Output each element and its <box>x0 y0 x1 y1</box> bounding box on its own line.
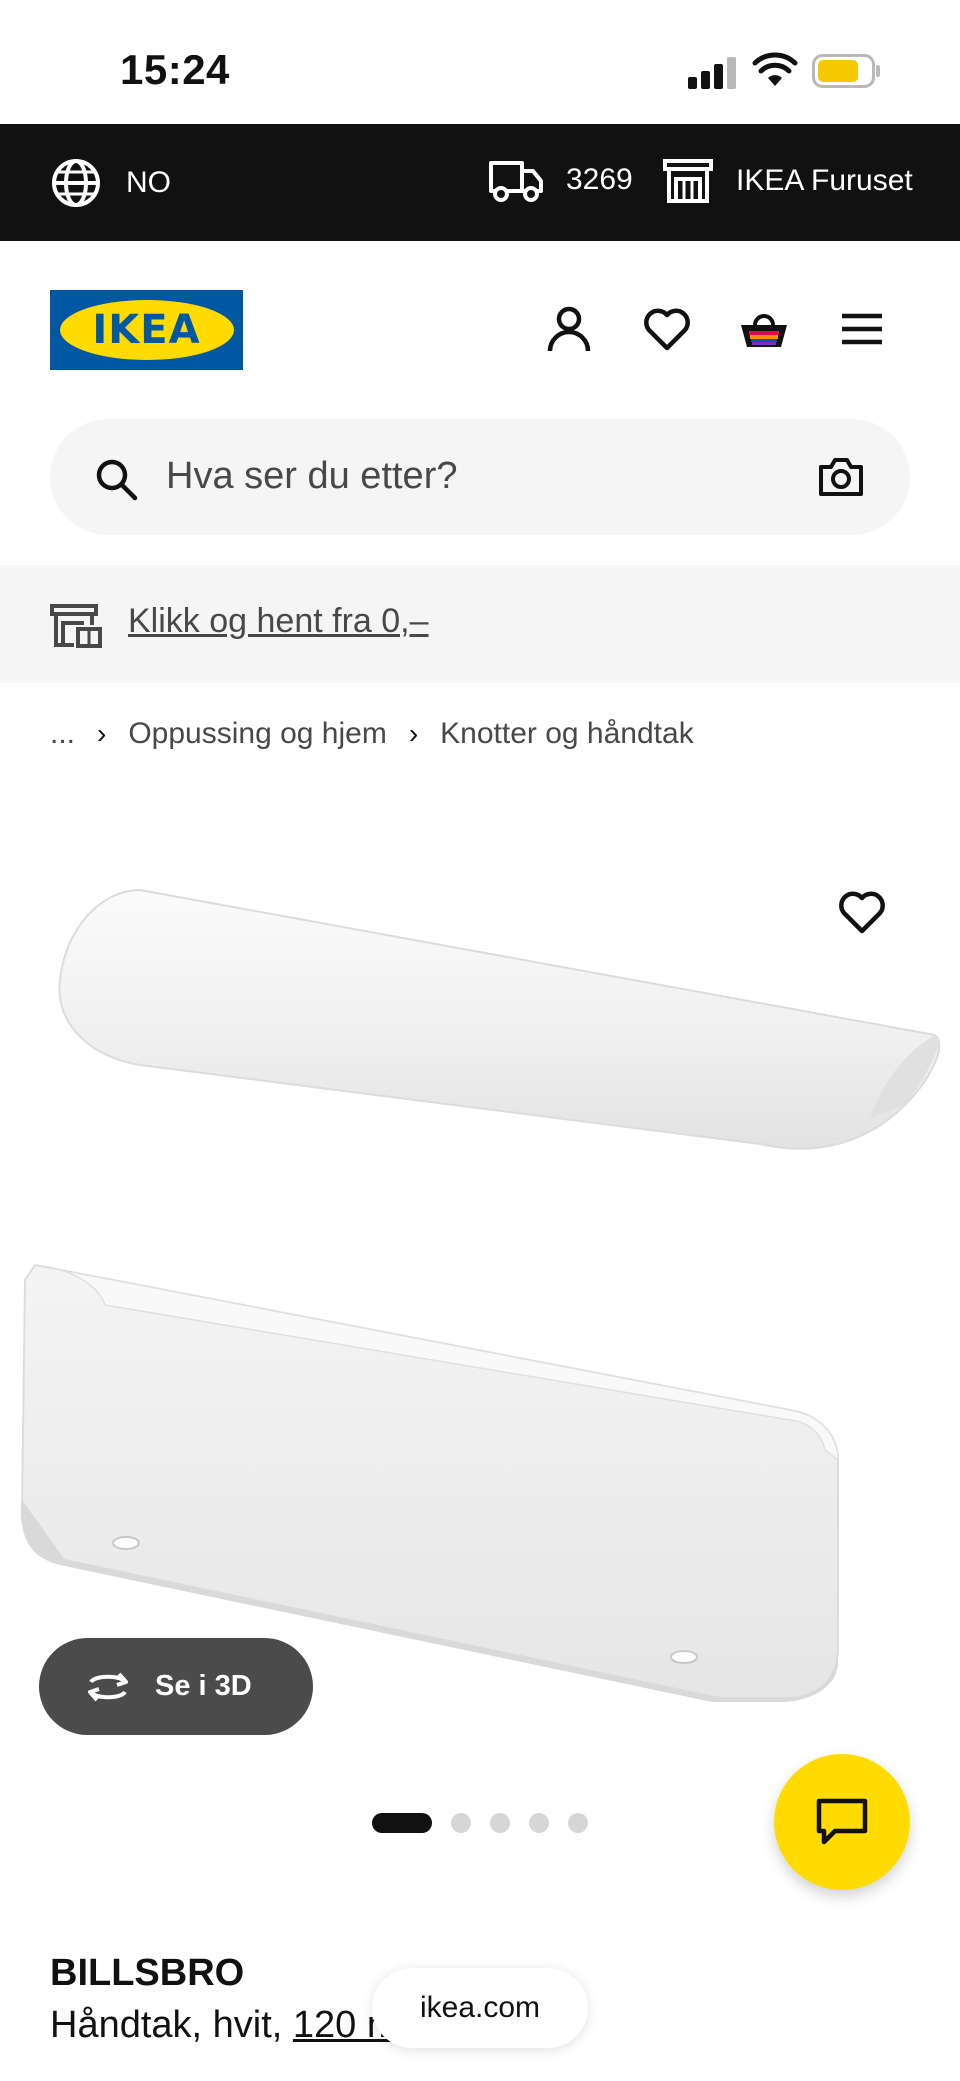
store-selector[interactable]: IKEA Furuset <box>662 157 913 205</box>
profile-icon[interactable] <box>543 303 595 355</box>
store-label: IKEA Furuset <box>736 164 913 197</box>
breadcrumb-item-knotter[interactable]: Knotter og håndtak <box>440 717 694 751</box>
status-time: 15:24 <box>120 46 230 93</box>
carousel-dot-1[interactable] <box>372 1813 432 1833</box>
breadcrumb-item-oppussing[interactable]: Oppussing og hjem <box>128 717 387 751</box>
camera-icon[interactable] <box>818 457 864 497</box>
ikea-logo[interactable]: IKEA <box>50 290 243 370</box>
store-icon <box>663 159 713 203</box>
heart-icon[interactable] <box>641 303 693 355</box>
language-label: NO <box>126 166 171 199</box>
product-type: Håndtak, hvit, <box>50 2004 283 2046</box>
cellular-signal-icon <box>688 55 736 89</box>
status-bar: 15:24 <box>0 0 960 124</box>
rotate-3d-icon <box>88 1672 128 1701</box>
carousel-dot-4[interactable] <box>529 1813 549 1833</box>
store-pickup-icon <box>50 604 102 648</box>
postcode-label: 3269 <box>566 163 633 196</box>
top-bar: NO 3269 IKEA Furuset <box>0 124 960 241</box>
battery-icon <box>812 54 880 88</box>
menu-icon[interactable] <box>836 303 888 355</box>
language-selector[interactable]: NO <box>50 157 171 209</box>
browser-url: ikea.com <box>419 1991 541 2024</box>
basket-icon[interactable] <box>738 303 790 355</box>
chevron-right-icon: › <box>408 718 419 749</box>
product-name: BILLSBRO <box>50 1952 245 1994</box>
wifi-icon <box>752 52 798 86</box>
site-header: IKEA <box>0 241 960 417</box>
chat-bubble-icon <box>816 1798 868 1845</box>
breadcrumb-ellipsis[interactable]: ... <box>50 717 75 751</box>
chat-button[interactable] <box>774 1754 910 1890</box>
click-collect-banner[interactable]: Klikk og hent fra 0,– <box>0 565 960 683</box>
truck-icon <box>489 161 543 202</box>
add-to-favourites-heart-icon[interactable] <box>836 886 888 938</box>
breadcrumb: ... › Oppussing og hjem › Knotter og hån… <box>50 714 694 754</box>
carousel-dot-5[interactable] <box>568 1813 588 1833</box>
carousel-dot-2[interactable] <box>451 1813 471 1833</box>
browser-url-pill[interactable]: ikea.com <box>372 1968 588 2048</box>
chevron-right-icon: › <box>97 718 107 749</box>
view-3d-label: Se i 3D <box>155 1670 252 1702</box>
globe-icon <box>52 159 100 207</box>
product-image[interactable] <box>0 860 960 1760</box>
logo-text: IKEA <box>92 307 201 353</box>
carousel-dot-3[interactable] <box>490 1813 510 1833</box>
search-icon <box>96 459 138 501</box>
search-input[interactable]: Hva ser du etter? <box>166 455 457 498</box>
view-3d-button[interactable]: Se i 3D <box>39 1638 313 1735</box>
delivery-postcode[interactable]: 3269 <box>488 157 633 203</box>
click-collect-link[interactable]: Klikk og hent fra 0,– <box>128 602 429 641</box>
image-carousel-dots[interactable] <box>372 1812 607 1834</box>
search-bar[interactable]: Hva ser du etter? <box>50 419 910 535</box>
logo-oval: IKEA <box>59 300 234 360</box>
